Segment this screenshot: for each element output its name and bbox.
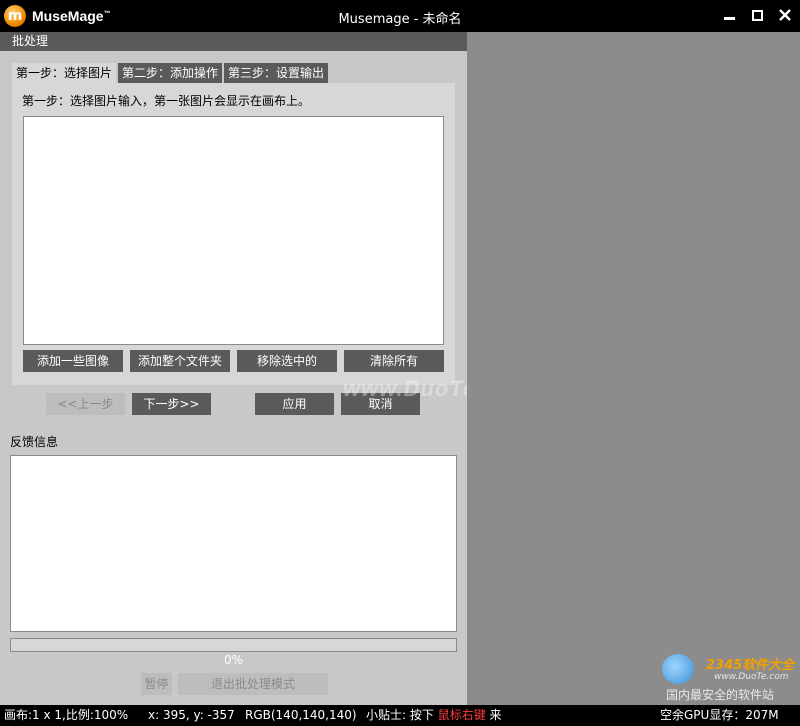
apply-button[interactable]: 应用 — [255, 393, 334, 415]
minimize-button[interactable] — [720, 6, 738, 24]
add-images-button[interactable]: 添加一些图像 — [23, 350, 123, 372]
add-folder-button[interactable]: 添加整个文件夹 — [130, 350, 230, 372]
progress-percent: 0% — [223, 653, 244, 667]
exit-batch-mode-button[interactable]: 退出批处理模式 — [178, 673, 328, 695]
batch-panel: 批处理 第一步：选择图片 第二步：添加操作 第三步：设置输出 第一步：选择图片输… — [0, 32, 531, 705]
maximize-icon — [751, 9, 763, 21]
tip-suffix: 来 — [489, 708, 502, 722]
title-bar: m MuseMage™ Musemage - 未命名 — [0, 0, 800, 32]
next-step-button[interactable]: 下一步>> — [132, 393, 211, 415]
step-1-content: 第一步：选择图片输入，第一张图片会显示在画布上。 添加一些图像 添加整个文件夹 … — [12, 83, 455, 385]
canvas-area[interactable] — [467, 32, 800, 705]
progress-bar — [10, 638, 457, 652]
maximize-button[interactable] — [748, 6, 766, 24]
window-title: Musemage - 未命名 — [338, 12, 462, 27]
site-watermark: 2345软件大全 www.DuoTe.com 国内最安全的软件站 — [656, 652, 800, 704]
close-icon — [779, 9, 791, 21]
step-description: 第一步：选择图片输入，第一张图片会显示在画布上。 — [22, 94, 311, 108]
cursor-coords: x: 395, y: -357 — [148, 708, 235, 722]
image-list[interactable] — [23, 116, 444, 345]
site-brand: 2345软件大全 — [706, 658, 795, 673]
minimize-icon — [723, 16, 735, 20]
canvas-info: 画布:1 x 1,比例:100% — [4, 708, 129, 722]
close-button[interactable] — [776, 6, 794, 24]
gpu-memory: 空余GPU显存：207M — [660, 708, 779, 722]
step-tabs: 第一步：选择图片 第二步：添加操作 第三步：设置输出 — [12, 63, 329, 83]
tab-step-1[interactable]: 第一步：选择图片 — [12, 63, 117, 83]
tab-step-2[interactable]: 第二步：添加操作 — [118, 63, 223, 83]
pause-button[interactable]: 暂停 — [141, 673, 172, 695]
feedback-log[interactable] — [10, 455, 457, 632]
pixel-rgb: RGB(140,140,140) — [245, 708, 357, 722]
prev-step-button[interactable]: <<上一步 — [46, 393, 125, 415]
site-tagline: 国内最安全的软件站 — [666, 688, 775, 702]
mascot-icon — [662, 654, 694, 684]
tab-step-3[interactable]: 第三步：设置输出 — [224, 63, 329, 83]
panel-header: 批处理 — [0, 32, 467, 51]
site-url: www.DuoTe.com — [714, 672, 789, 682]
status-bar: 画布:1 x 1,比例:100% x: 395, y: -357 RGB(140… — [0, 705, 800, 726]
tip: 小贴士: 按下 鼠标右键 来 — [366, 705, 502, 726]
clear-all-button[interactable]: 清除所有 — [344, 350, 444, 372]
feedback-label: 反馈信息 — [10, 435, 59, 449]
remove-selected-button[interactable]: 移除选中的 — [237, 350, 337, 372]
tip-prefix: 小贴士: 按下 — [366, 708, 434, 722]
tip-key: 鼠标右键 — [437, 708, 486, 722]
